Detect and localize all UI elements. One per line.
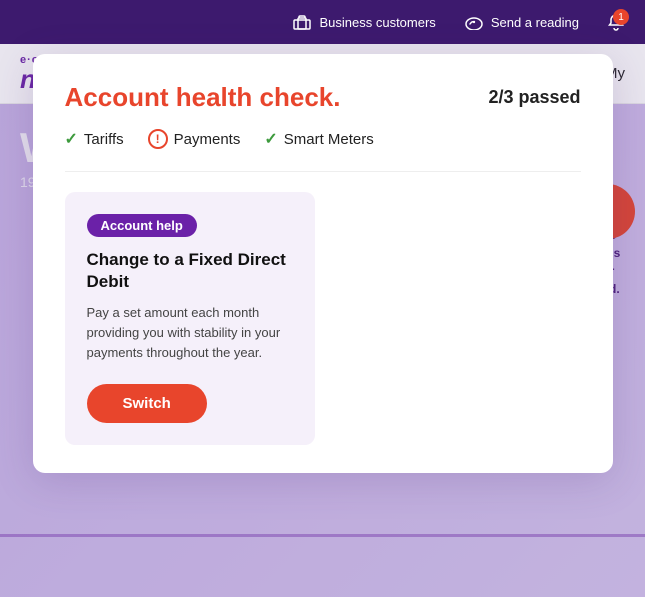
check-tariffs-icon: ✓: [65, 129, 78, 149]
send-reading-link[interactable]: Send a reading: [464, 12, 579, 32]
check-smart-meters: ✓ Smart Meters: [264, 129, 373, 149]
checks-row: ✓ Tariffs ! Payments ✓ Smart Meters: [65, 129, 581, 149]
briefcase-icon: [292, 12, 312, 32]
account-help-card: Account help Change to a Fixed Direct De…: [65, 192, 315, 445]
health-check-modal: Account health check. 2/3 passed ✓ Tarif…: [33, 54, 613, 473]
card-badge: Account help: [87, 214, 197, 237]
business-customers-label: Business customers: [319, 15, 435, 30]
notification-link[interactable]: 1: [607, 13, 625, 31]
passed-count: 2/3 passed: [488, 87, 580, 108]
check-tariffs: ✓ Tariffs: [65, 129, 124, 149]
notification-badge: 1: [613, 9, 629, 25]
modal-divider: [65, 171, 581, 172]
check-smart-meters-label: Smart Meters: [284, 131, 374, 148]
modal-header: Account health check. 2/3 passed: [65, 82, 581, 113]
modal-overlay: Account health check. 2/3 passed ✓ Tarif…: [0, 44, 645, 597]
bell-wrapper: 1: [607, 13, 625, 31]
top-bar: Business customers Send a reading 1: [0, 0, 645, 44]
card-title: Change to a Fixed Direct Debit: [87, 249, 293, 293]
check-tariffs-label: Tariffs: [84, 131, 124, 148]
meter-icon: [464, 12, 484, 32]
modal-title: Account health check.: [65, 82, 341, 113]
check-smart-meters-icon: ✓: [264, 129, 277, 149]
check-payments-icon: !: [148, 129, 168, 149]
switch-button[interactable]: Switch: [87, 384, 207, 423]
business-customers-link[interactable]: Business customers: [292, 12, 435, 32]
send-reading-label: Send a reading: [491, 15, 579, 30]
check-payments-label: Payments: [174, 131, 241, 148]
card-description: Pay a set amount each month providing yo…: [87, 303, 293, 363]
check-payments: ! Payments: [148, 129, 241, 149]
